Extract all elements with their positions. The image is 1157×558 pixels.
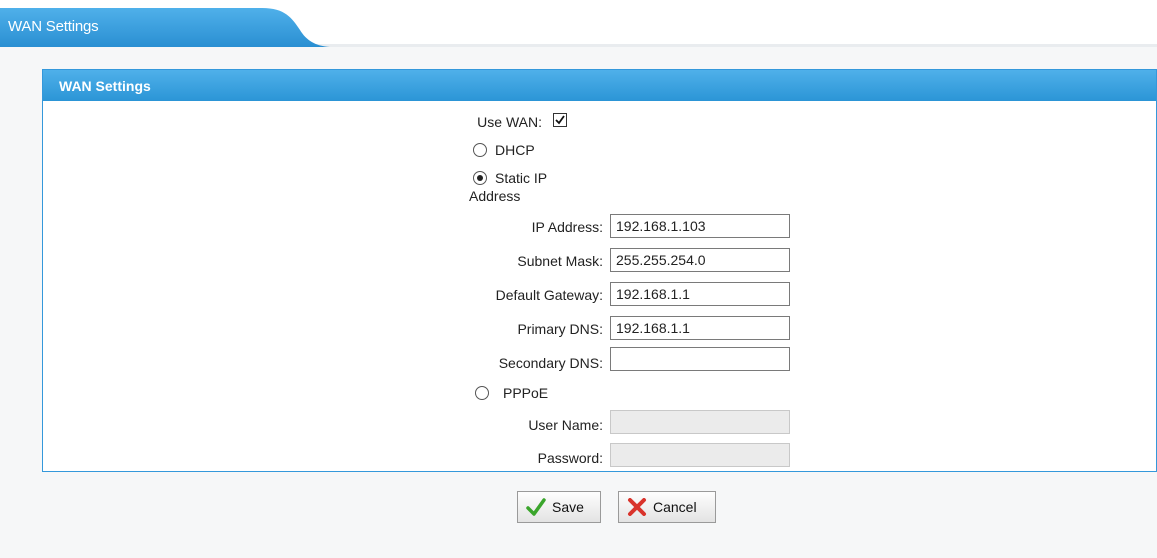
cancel-label: Cancel xyxy=(653,499,697,515)
primary-dns-input[interactable] xyxy=(610,316,790,340)
cancel-button[interactable]: Cancel xyxy=(618,491,716,523)
secondary-dns-input[interactable] xyxy=(610,347,790,371)
pppoe-radio[interactable] xyxy=(475,386,489,400)
subnet-mask-label: Subnet Mask: xyxy=(517,253,603,269)
dhcp-label: DHCP xyxy=(495,142,535,158)
use-wan-label: Use WAN: xyxy=(477,114,542,130)
static-ip-radio[interactable] xyxy=(473,171,487,185)
save-label: Save xyxy=(552,499,584,515)
default-gateway-label: Default Gateway: xyxy=(495,287,603,303)
subnet-mask-input[interactable] xyxy=(610,248,790,272)
wan-settings-panel: WAN Settings xyxy=(42,69,1157,472)
save-button[interactable]: Save xyxy=(517,491,601,523)
secondary-dns-label: Secondary DNS: xyxy=(498,355,603,371)
panel-title: WAN Settings xyxy=(43,70,1156,101)
use-wan-checkbox[interactable] xyxy=(553,113,567,127)
dhcp-radio[interactable] xyxy=(473,143,487,157)
static-ip-label-cont: Address xyxy=(469,188,521,204)
password-label: Password: xyxy=(537,450,603,466)
primary-dns-label: Primary DNS: xyxy=(517,321,603,337)
checkmark-icon xyxy=(526,498,546,516)
password-input[interactable] xyxy=(610,443,790,467)
user-name-input[interactable] xyxy=(610,410,790,434)
default-gateway-input[interactable] xyxy=(610,282,790,306)
checkmark-icon xyxy=(555,115,565,125)
tab-label: WAN Settings xyxy=(8,18,99,35)
x-icon xyxy=(628,498,646,516)
tab-wan-settings[interactable]: WAN Settings xyxy=(0,8,330,47)
top-bar: WAN Settings xyxy=(0,0,1157,47)
static-ip-label: Static IP xyxy=(495,170,548,186)
user-name-label: User Name: xyxy=(528,417,603,433)
ip-address-label: IP Address: xyxy=(531,219,603,235)
pppoe-label: PPPoE xyxy=(503,385,549,401)
ip-address-input[interactable] xyxy=(610,214,790,238)
